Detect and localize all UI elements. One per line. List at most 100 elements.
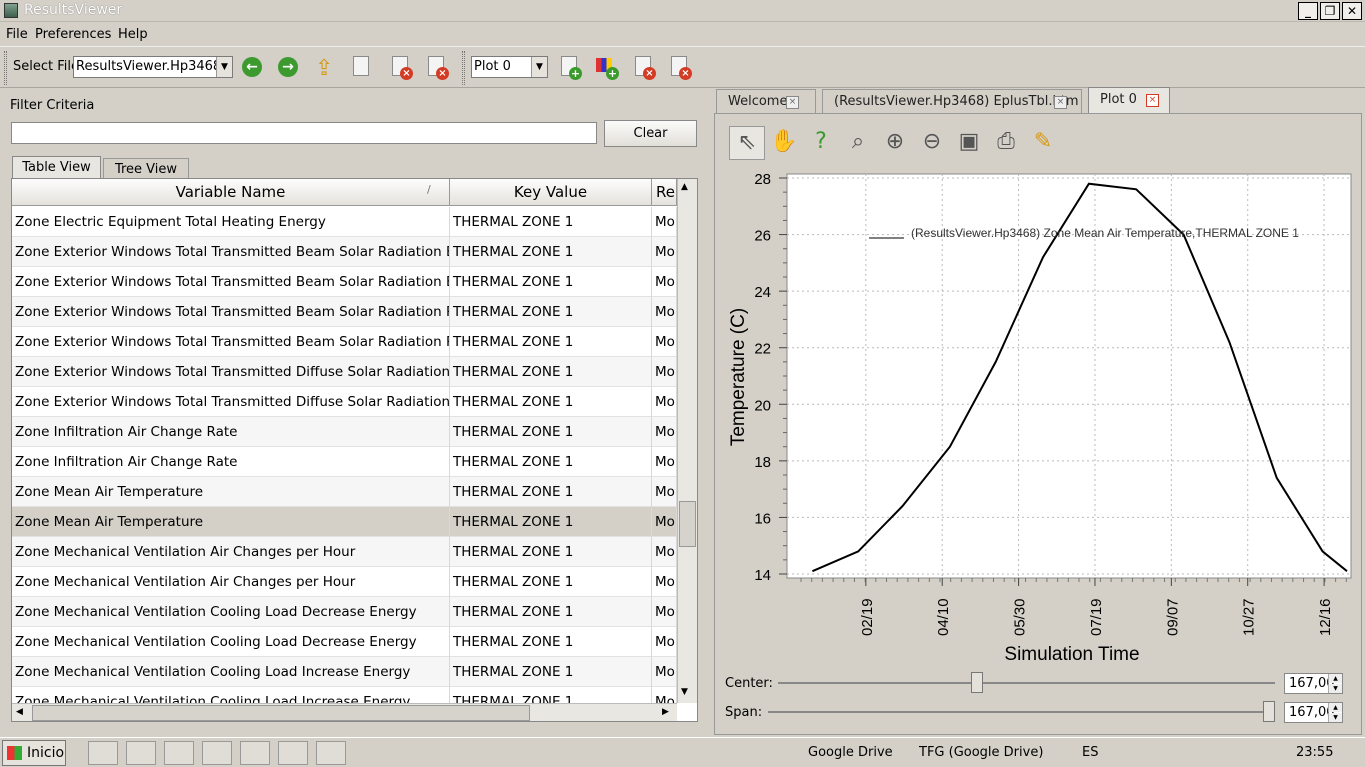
remove-plot-button[interactable]: × bbox=[630, 54, 656, 80]
resultsviewer-taskbar-icon[interactable] bbox=[316, 741, 346, 765]
column-header-variable-name[interactable]: Variable Name bbox=[12, 179, 450, 206]
temperature-chart: 14 16 18 20 22 24 26 28 02/19 04/10 05/30 07/19 09/… bbox=[728, 171, 1352, 665]
menu-file[interactable]: File bbox=[6, 27, 28, 42]
table-row[interactable]: Zone Mechanical Ventilation Cooling Load… bbox=[12, 687, 677, 704]
cell-report-frequency: Mor bbox=[652, 477, 677, 507]
scroll-thumb[interactable] bbox=[679, 501, 696, 547]
close-tab-icon[interactable]: × bbox=[1146, 94, 1159, 107]
app-icon-4[interactable] bbox=[202, 741, 232, 765]
cell-variable-name: Zone Mechanical Ventilation Cooling Load… bbox=[12, 687, 450, 704]
clear-button[interactable]: Clear bbox=[604, 120, 697, 147]
table-row[interactable]: Zone Mechanical Ventilation Air Changes … bbox=[12, 537, 677, 567]
toolbar-grip[interactable] bbox=[4, 51, 7, 85]
table-row[interactable]: Zone Mechanical Ventilation Cooling Load… bbox=[12, 597, 677, 627]
app-icon-5[interactable] bbox=[240, 741, 270, 765]
language-indicator[interactable]: ES bbox=[1082, 745, 1098, 760]
table-row[interactable]: Zone Infiltration Air Change Rate THERMAL… bbox=[12, 417, 677, 447]
center-spinner[interactable]: 167,00 ▲ ▼ bbox=[1284, 673, 1343, 694]
toolbar-grip-2[interactable] bbox=[462, 51, 465, 85]
spin-up-icon[interactable]: ▲ bbox=[1328, 674, 1342, 683]
cell-report-frequency: Mor bbox=[652, 627, 677, 657]
start-button[interactable]: Inicio bbox=[2, 740, 66, 766]
center-slider-thumb[interactable] bbox=[970, 672, 983, 693]
close-button[interactable]: ✕ bbox=[1342, 2, 1362, 20]
pan-tool-button[interactable]: ✋ bbox=[766, 126, 802, 160]
print-icon: ⎙ bbox=[997, 129, 1015, 154]
vertical-scrollbar[interactable]: ▲ ▼ bbox=[677, 179, 697, 703]
table-row[interactable]: Zone Exterior Windows Total Transmitted … bbox=[12, 237, 677, 267]
column-header-report-frequency[interactable]: Re bbox=[652, 179, 677, 206]
span-slider-thumb[interactable] bbox=[1263, 701, 1275, 722]
print-button[interactable]: ⎙ bbox=[988, 126, 1024, 160]
scroll-up-icon[interactable]: ▲ bbox=[681, 182, 688, 192]
zoom-in-button[interactable]: ⊕ bbox=[877, 126, 913, 160]
tab-tree-view[interactable]: Tree View bbox=[103, 158, 189, 180]
menu-preferences[interactable]: Preferences bbox=[35, 27, 111, 42]
plot-select[interactable]: Plot 0 ▼ bbox=[471, 56, 548, 78]
taskbar-tfg[interactable]: TFG (Google Drive) bbox=[919, 745, 1043, 760]
scroll-down-icon[interactable]: ▼ bbox=[681, 687, 688, 697]
zoom-out-button[interactable]: ⊖ bbox=[914, 126, 950, 160]
save-button[interactable]: ▣ bbox=[951, 126, 987, 160]
cell-report-frequency: Mor bbox=[652, 537, 677, 567]
upload-button[interactable]: ⇪ bbox=[311, 54, 337, 81]
y-axis-label: Temperature (C) bbox=[728, 308, 749, 446]
scroll-right-icon[interactable]: ▶ bbox=[662, 707, 669, 717]
menu-help[interactable]: Help bbox=[118, 27, 148, 42]
filter-input[interactable] bbox=[11, 122, 597, 144]
restore-button[interactable]: ❐ bbox=[1320, 2, 1340, 20]
y-tick-label: 26 bbox=[754, 228, 771, 245]
table-row[interactable]: Zone Exterior Windows Total Transmitted … bbox=[12, 357, 677, 387]
table-row[interactable]: Zone Exterior Windows Total Transmitted … bbox=[12, 297, 677, 327]
back-button[interactable]: ← bbox=[239, 54, 265, 80]
hscroll-thumb[interactable] bbox=[32, 705, 530, 721]
close-tab-icon[interactable]: × bbox=[786, 96, 799, 109]
spin-down-icon[interactable]: ▼ bbox=[1328, 684, 1342, 693]
new-plot-button[interactable]: + bbox=[556, 54, 582, 80]
explorer-icon[interactable] bbox=[126, 741, 156, 765]
cursor-icon: ⇖ bbox=[737, 130, 757, 155]
table-row[interactable]: Zone Exterior Windows Total Transmitted … bbox=[12, 387, 677, 417]
chrome-icon[interactable] bbox=[88, 741, 118, 765]
column-header-key-value[interactable]: Key Value bbox=[450, 179, 652, 206]
close-file-button[interactable]: × bbox=[387, 54, 413, 80]
scroll-left-icon[interactable]: ◀ bbox=[16, 707, 23, 717]
app-icon-3[interactable] bbox=[164, 741, 194, 765]
chevron-down-icon: ▼ bbox=[216, 57, 232, 77]
tab-eplustbl[interactable]: (ResultsViewer.Hp3468) EplusTbl.htm × bbox=[822, 89, 1082, 114]
span-slider-track[interactable] bbox=[768, 711, 1275, 713]
tab-table-view[interactable]: Table View bbox=[12, 156, 101, 178]
tab-welcome[interactable]: Welcome × bbox=[716, 89, 816, 114]
taskbar-google-drive[interactable]: Google Drive bbox=[808, 745, 893, 760]
help-cursor-button[interactable]: ? bbox=[803, 126, 839, 160]
select-tool-button[interactable]: ⇖ bbox=[729, 126, 765, 160]
close-tab-icon[interactable]: × bbox=[1054, 96, 1067, 109]
span-spinner[interactable]: 167,00 ▲ ▼ bbox=[1284, 702, 1343, 723]
minimize-button[interactable]: _ bbox=[1298, 2, 1318, 20]
remove-all-plots-button[interactable]: × bbox=[666, 54, 692, 80]
sketchup-icon[interactable] bbox=[278, 741, 308, 765]
center-slider-track[interactable] bbox=[778, 682, 1275, 684]
close-all-files-button[interactable]: × bbox=[423, 54, 449, 80]
table-row[interactable]: Zone Exterior Windows Total Transmitted … bbox=[12, 327, 677, 357]
table-row[interactable]: Zone Electric Equipment Total Heating En… bbox=[12, 207, 677, 237]
file-select[interactable]: ResultsViewer.Hp3468 ▼ bbox=[73, 56, 233, 78]
cell-key-value: THERMAL ZONE 1 bbox=[450, 237, 652, 267]
table-row[interactable]: Zone Infiltration Air Change Rate THERMAL… bbox=[12, 447, 677, 477]
table-row[interactable]: Zone Mean Air Temperature THERMAL ZONE 1M… bbox=[12, 507, 677, 537]
chart-properties-button[interactable]: ✎ bbox=[1025, 126, 1061, 160]
arrow-right-icon: → bbox=[278, 57, 298, 77]
table-row[interactable]: Zone Mean Air Temperature THERMAL ZONE 1M… bbox=[12, 477, 677, 507]
tab-plot-0[interactable]: Plot 0 × bbox=[1088, 87, 1170, 115]
spin-down-icon[interactable]: ▼ bbox=[1328, 713, 1342, 722]
forward-button[interactable]: → bbox=[275, 54, 301, 80]
add-series-button[interactable]: + bbox=[593, 54, 619, 80]
table-row[interactable]: Zone Exterior Windows Total Transmitted … bbox=[12, 267, 677, 297]
zoom-box-button[interactable]: ⌕ bbox=[840, 126, 876, 160]
table-row[interactable]: Zone Mechanical Ventilation Cooling Load… bbox=[12, 627, 677, 657]
find-file-button[interactable] bbox=[348, 54, 374, 80]
table-row[interactable]: Zone Mechanical Ventilation Air Changes … bbox=[12, 567, 677, 597]
spin-up-icon[interactable]: ▲ bbox=[1328, 703, 1342, 712]
table-row[interactable]: Zone Mechanical Ventilation Cooling Load… bbox=[12, 657, 677, 687]
horizontal-scrollbar[interactable]: ◀ ▶ bbox=[12, 703, 677, 721]
